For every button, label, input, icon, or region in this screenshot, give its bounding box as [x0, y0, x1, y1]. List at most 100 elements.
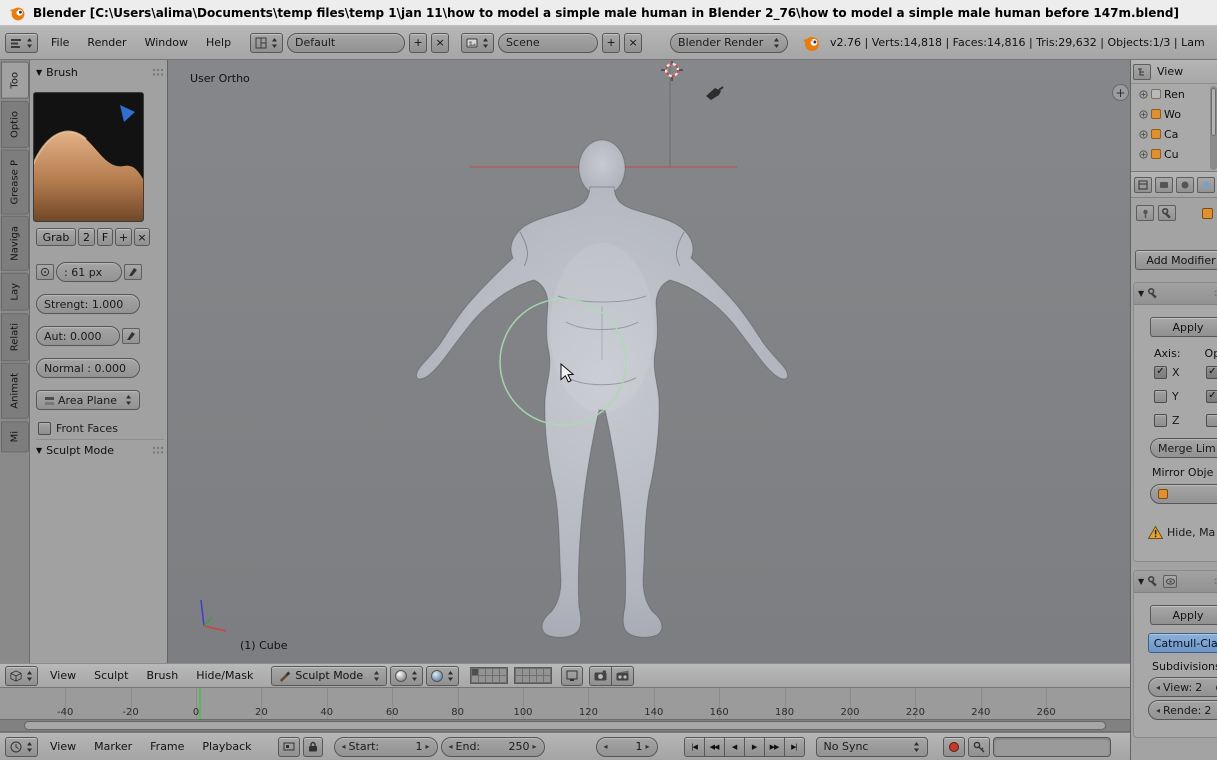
outliner-item[interactable]: Ca	[1131, 124, 1217, 144]
pin-icon[interactable]	[1136, 205, 1154, 221]
mirror-apply-button[interactable]: Apply	[1150, 317, 1217, 337]
subsurf-modifier-header[interactable]: ▼	[1134, 571, 1217, 593]
editor-type-button-3dview[interactable]	[5, 666, 38, 686]
subdivision-algorithm-button[interactable]: Catmull-Clar	[1148, 633, 1217, 653]
scene-browse-button[interactable]	[461, 33, 494, 53]
tool-tab-optio[interactable]: Optio	[1, 101, 29, 148]
timeline-menu-marker[interactable]: Marker	[85, 740, 141, 753]
mode-dropdown[interactable]: Sculpt Mode	[271, 666, 387, 686]
playback-button-1[interactable]: ◀◀	[704, 737, 725, 757]
decrement-arrow-icon[interactable]: ◂	[604, 742, 608, 751]
viewport-menu-view[interactable]: View	[41, 669, 85, 682]
tool-tab-lay[interactable]: Lay	[1, 273, 29, 311]
mirror-option-checkbox[interactable]	[1206, 414, 1217, 427]
brush-unlink-button[interactable]: ×	[134, 228, 150, 246]
radius-slider[interactable]: : 61 px	[56, 262, 122, 282]
increment-arrow-icon[interactable]: ▸	[426, 742, 430, 751]
decrement-arrow-icon[interactable]: ◂	[449, 742, 453, 751]
layer-toggle[interactable]	[530, 669, 536, 675]
collapse-triangle-icon[interactable]: ▼	[36, 68, 42, 77]
tool-tab-naviga[interactable]: Naviga	[1, 216, 29, 271]
expand-icon[interactable]	[1139, 150, 1148, 159]
playback-button-3[interactable]: ▶	[744, 737, 765, 757]
subsurf-view-field[interactable]: ◂ View: 2 ▸	[1148, 677, 1217, 697]
screen-layout-add-button[interactable]: +	[409, 33, 427, 53]
brush-users-button[interactable]: 2	[78, 228, 95, 246]
viewport-shading-dropdown[interactable]	[390, 666, 423, 686]
strength-slider[interactable]: Strengt: 1.000	[36, 294, 140, 314]
mirror-option-checkbox[interactable]: ✓	[1206, 366, 1217, 379]
axis-x-checkbox[interactable]: ✓	[1154, 366, 1167, 379]
tool-tab-relati[interactable]: Relati	[1, 313, 29, 361]
tab-render-icon[interactable]	[1155, 177, 1173, 193]
layer-toggle[interactable]	[516, 676, 522, 682]
normal-weight-slider[interactable]: Normal : 0.000	[36, 358, 140, 378]
record-button[interactable]	[943, 737, 965, 757]
start-frame-field[interactable]: ◂ Start: 1 ▸	[334, 737, 438, 757]
scene-delete-button[interactable]: ×	[624, 33, 642, 53]
increment-arrow-icon[interactable]: ▸	[646, 742, 650, 751]
layer-toggle[interactable]	[500, 669, 506, 675]
layer-toggle[interactable]	[500, 676, 506, 682]
timeline-menu-frame[interactable]: Frame	[141, 740, 193, 753]
screen-layout-field[interactable]: Default	[287, 33, 405, 53]
tool-tab-too[interactable]: Too	[1, 62, 29, 99]
expand-icon[interactable]	[1139, 130, 1148, 139]
sculpt-mode-panel-header[interactable]: ▼ Sculpt Mode	[36, 439, 164, 457]
viewport-menu-brush[interactable]: Brush	[137, 669, 187, 682]
sync-dropdown[interactable]: No Sync	[816, 737, 928, 757]
layer-toggle[interactable]	[544, 676, 550, 682]
playback-button-0[interactable]: |◀	[684, 737, 705, 757]
keying-set-field[interactable]	[993, 737, 1111, 757]
layer-toggle[interactable]	[516, 669, 522, 675]
wrench-icon[interactable]	[1158, 205, 1176, 221]
brush-fake-user-button[interactable]: F	[97, 228, 113, 246]
outliner-item[interactable]: Wo	[1131, 104, 1217, 124]
auto-keying-set-button[interactable]	[968, 737, 990, 757]
sculpt-plane-dropdown[interactable]: Area Plane	[36, 390, 140, 410]
outliner-item[interactable]: Ren	[1131, 84, 1217, 104]
outliner-view-menu[interactable]: View	[1153, 65, 1187, 78]
layer-toggle[interactable]	[486, 669, 492, 675]
scene-field[interactable]: Scene	[498, 33, 598, 53]
layer-toggle[interactable]	[479, 669, 485, 675]
editor-type-button-outliner[interactable]	[1133, 64, 1151, 80]
current-frame-field[interactable]: ◂ 1 ▸	[596, 737, 658, 757]
tab-world-icon[interactable]	[1197, 177, 1215, 193]
layer-toggle[interactable]	[523, 669, 529, 675]
add-modifier-button[interactable]: Add Modifier	[1135, 250, 1217, 270]
mirror-option-checkbox[interactable]: ✓	[1206, 390, 1217, 403]
subsurf-apply-button[interactable]: Apply	[1150, 605, 1217, 625]
tool-tab-mi[interactable]: Mi	[1, 421, 29, 452]
collapse-triangle-icon[interactable]: ▼	[36, 446, 42, 455]
autosmooth-pressure-toggle[interactable]	[122, 328, 140, 344]
radius-pressure-toggle[interactable]	[124, 264, 142, 280]
proportional-edit-button[interactable]	[561, 666, 583, 686]
editor-type-button-timeline[interactable]	[5, 737, 38, 757]
front-faces-checkbox[interactable]	[38, 422, 51, 435]
cursor-3d-icon[interactable]	[661, 61, 683, 81]
radial-control-icon[interactable]	[36, 264, 54, 280]
expand-icon[interactable]	[1139, 110, 1148, 119]
opengl-render-image-button[interactable]	[589, 666, 612, 686]
mirror-modifier-header[interactable]: ▼	[1134, 283, 1217, 305]
panel-grip-icon[interactable]	[152, 446, 164, 455]
scene-add-button[interactable]: +	[602, 33, 620, 53]
info-menu-render[interactable]: Render	[78, 36, 135, 49]
tool-tab-grease-p[interactable]: Grease P	[1, 150, 29, 215]
layer-toggle[interactable]	[537, 676, 543, 682]
playback-button-5[interactable]: ▶|	[784, 737, 805, 757]
panel-grip-icon[interactable]	[152, 68, 164, 77]
viewport-menu-hide-mask[interactable]: Hide/Mask	[187, 669, 262, 682]
viewport-menu-sculpt[interactable]: Sculpt	[85, 669, 137, 682]
eye-icon[interactable]	[1163, 575, 1177, 588]
outliner-item[interactable]: Cu	[1131, 144, 1217, 164]
tool-tab-animat[interactable]: Animat	[1, 363, 29, 419]
increment-arrow-icon[interactable]: ▸	[533, 742, 537, 751]
layer-toggle[interactable]	[523, 676, 529, 682]
axis-y-checkbox[interactable]	[1154, 390, 1167, 403]
mirror-object-field[interactable]	[1150, 484, 1217, 504]
collapse-triangle-icon[interactable]: ▼	[1138, 577, 1144, 586]
layer-toggle[interactable]	[544, 669, 550, 675]
expand-icon[interactable]	[1139, 90, 1148, 99]
